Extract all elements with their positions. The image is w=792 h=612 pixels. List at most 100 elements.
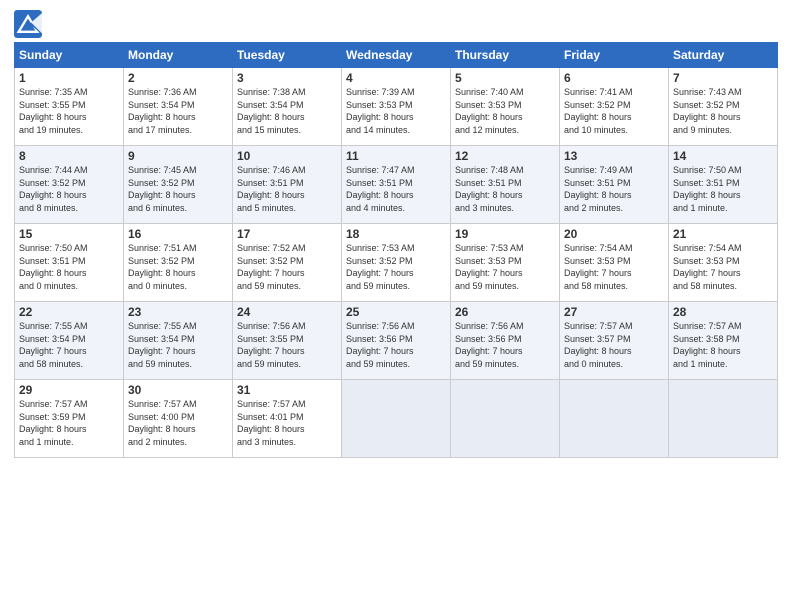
calendar-cell: 29Sunrise: 7:57 AM Sunset: 3:59 PM Dayli…: [15, 380, 124, 458]
header-wednesday: Wednesday: [342, 43, 451, 68]
day-info: Sunrise: 7:35 AM Sunset: 3:55 PM Dayligh…: [19, 86, 119, 136]
day-number: 25: [346, 305, 446, 319]
calendar-cell: 17Sunrise: 7:52 AM Sunset: 3:52 PM Dayli…: [233, 224, 342, 302]
page-container: SundayMondayTuesdayWednesdayThursdayFrid…: [0, 0, 792, 464]
day-info: Sunrise: 7:36 AM Sunset: 3:54 PM Dayligh…: [128, 86, 228, 136]
calendar-cell: 5Sunrise: 7:40 AM Sunset: 3:53 PM Daylig…: [451, 68, 560, 146]
logo: [14, 10, 46, 38]
day-number: 20: [564, 227, 664, 241]
day-info: Sunrise: 7:50 AM Sunset: 3:51 PM Dayligh…: [673, 164, 773, 214]
day-number: 9: [128, 149, 228, 163]
calendar-cell: [560, 380, 669, 458]
calendar-cell: 6Sunrise: 7:41 AM Sunset: 3:52 PM Daylig…: [560, 68, 669, 146]
logo-icon: [14, 10, 42, 38]
day-info: Sunrise: 7:39 AM Sunset: 3:53 PM Dayligh…: [346, 86, 446, 136]
day-number: 27: [564, 305, 664, 319]
day-info: Sunrise: 7:57 AM Sunset: 4:01 PM Dayligh…: [237, 398, 337, 448]
day-info: Sunrise: 7:57 AM Sunset: 4:00 PM Dayligh…: [128, 398, 228, 448]
header-monday: Monday: [124, 43, 233, 68]
header-tuesday: Tuesday: [233, 43, 342, 68]
calendar-week-4: 22Sunrise: 7:55 AM Sunset: 3:54 PM Dayli…: [15, 302, 778, 380]
day-info: Sunrise: 7:44 AM Sunset: 3:52 PM Dayligh…: [19, 164, 119, 214]
calendar-cell: 1Sunrise: 7:35 AM Sunset: 3:55 PM Daylig…: [15, 68, 124, 146]
day-number: 13: [564, 149, 664, 163]
day-number: 16: [128, 227, 228, 241]
day-info: Sunrise: 7:52 AM Sunset: 3:52 PM Dayligh…: [237, 242, 337, 292]
calendar-week-3: 15Sunrise: 7:50 AM Sunset: 3:51 PM Dayli…: [15, 224, 778, 302]
calendar-week-5: 29Sunrise: 7:57 AM Sunset: 3:59 PM Dayli…: [15, 380, 778, 458]
day-info: Sunrise: 7:56 AM Sunset: 3:56 PM Dayligh…: [346, 320, 446, 370]
calendar-cell: 10Sunrise: 7:46 AM Sunset: 3:51 PM Dayli…: [233, 146, 342, 224]
calendar-cell: 18Sunrise: 7:53 AM Sunset: 3:52 PM Dayli…: [342, 224, 451, 302]
calendar-cell: 14Sunrise: 7:50 AM Sunset: 3:51 PM Dayli…: [669, 146, 778, 224]
day-info: Sunrise: 7:55 AM Sunset: 3:54 PM Dayligh…: [128, 320, 228, 370]
day-number: 17: [237, 227, 337, 241]
calendar-cell: 31Sunrise: 7:57 AM Sunset: 4:01 PM Dayli…: [233, 380, 342, 458]
calendar-cell: 30Sunrise: 7:57 AM Sunset: 4:00 PM Dayli…: [124, 380, 233, 458]
day-number: 24: [237, 305, 337, 319]
day-number: 23: [128, 305, 228, 319]
day-number: 6: [564, 71, 664, 85]
day-info: Sunrise: 7:57 AM Sunset: 3:59 PM Dayligh…: [19, 398, 119, 448]
day-number: 26: [455, 305, 555, 319]
calendar-cell: 24Sunrise: 7:56 AM Sunset: 3:55 PM Dayli…: [233, 302, 342, 380]
day-number: 29: [19, 383, 119, 397]
calendar-cell: 7Sunrise: 7:43 AM Sunset: 3:52 PM Daylig…: [669, 68, 778, 146]
calendar-cell: 2Sunrise: 7:36 AM Sunset: 3:54 PM Daylig…: [124, 68, 233, 146]
day-info: Sunrise: 7:53 AM Sunset: 3:53 PM Dayligh…: [455, 242, 555, 292]
day-info: Sunrise: 7:57 AM Sunset: 3:57 PM Dayligh…: [564, 320, 664, 370]
day-info: Sunrise: 7:53 AM Sunset: 3:52 PM Dayligh…: [346, 242, 446, 292]
day-number: 31: [237, 383, 337, 397]
header-sunday: Sunday: [15, 43, 124, 68]
day-info: Sunrise: 7:49 AM Sunset: 3:51 PM Dayligh…: [564, 164, 664, 214]
calendar-week-2: 8Sunrise: 7:44 AM Sunset: 3:52 PM Daylig…: [15, 146, 778, 224]
calendar-header-row: SundayMondayTuesdayWednesdayThursdayFrid…: [15, 43, 778, 68]
day-info: Sunrise: 7:56 AM Sunset: 3:56 PM Dayligh…: [455, 320, 555, 370]
day-number: 4: [346, 71, 446, 85]
day-number: 14: [673, 149, 773, 163]
calendar-table: SundayMondayTuesdayWednesdayThursdayFrid…: [14, 42, 778, 458]
calendar-cell: 9Sunrise: 7:45 AM Sunset: 3:52 PM Daylig…: [124, 146, 233, 224]
day-number: 1: [19, 71, 119, 85]
day-number: 18: [346, 227, 446, 241]
day-number: 7: [673, 71, 773, 85]
calendar-cell: [669, 380, 778, 458]
header-saturday: Saturday: [669, 43, 778, 68]
day-number: 2: [128, 71, 228, 85]
day-number: 11: [346, 149, 446, 163]
day-number: 22: [19, 305, 119, 319]
day-info: Sunrise: 7:48 AM Sunset: 3:51 PM Dayligh…: [455, 164, 555, 214]
calendar-week-1: 1Sunrise: 7:35 AM Sunset: 3:55 PM Daylig…: [15, 68, 778, 146]
day-info: Sunrise: 7:57 AM Sunset: 3:58 PM Dayligh…: [673, 320, 773, 370]
calendar-cell: 12Sunrise: 7:48 AM Sunset: 3:51 PM Dayli…: [451, 146, 560, 224]
day-info: Sunrise: 7:54 AM Sunset: 3:53 PM Dayligh…: [673, 242, 773, 292]
day-info: Sunrise: 7:50 AM Sunset: 3:51 PM Dayligh…: [19, 242, 119, 292]
calendar-cell: 28Sunrise: 7:57 AM Sunset: 3:58 PM Dayli…: [669, 302, 778, 380]
day-number: 3: [237, 71, 337, 85]
calendar-cell: 23Sunrise: 7:55 AM Sunset: 3:54 PM Dayli…: [124, 302, 233, 380]
day-info: Sunrise: 7:47 AM Sunset: 3:51 PM Dayligh…: [346, 164, 446, 214]
day-info: Sunrise: 7:55 AM Sunset: 3:54 PM Dayligh…: [19, 320, 119, 370]
day-number: 5: [455, 71, 555, 85]
day-info: Sunrise: 7:45 AM Sunset: 3:52 PM Dayligh…: [128, 164, 228, 214]
calendar-cell: 8Sunrise: 7:44 AM Sunset: 3:52 PM Daylig…: [15, 146, 124, 224]
calendar-cell: 16Sunrise: 7:51 AM Sunset: 3:52 PM Dayli…: [124, 224, 233, 302]
day-info: Sunrise: 7:41 AM Sunset: 3:52 PM Dayligh…: [564, 86, 664, 136]
calendar-cell: 25Sunrise: 7:56 AM Sunset: 3:56 PM Dayli…: [342, 302, 451, 380]
page-header: [14, 10, 778, 38]
calendar-cell: 21Sunrise: 7:54 AM Sunset: 3:53 PM Dayli…: [669, 224, 778, 302]
calendar-cell: [342, 380, 451, 458]
header-thursday: Thursday: [451, 43, 560, 68]
day-number: 30: [128, 383, 228, 397]
calendar-cell: 13Sunrise: 7:49 AM Sunset: 3:51 PM Dayli…: [560, 146, 669, 224]
day-info: Sunrise: 7:43 AM Sunset: 3:52 PM Dayligh…: [673, 86, 773, 136]
header-friday: Friday: [560, 43, 669, 68]
day-info: Sunrise: 7:54 AM Sunset: 3:53 PM Dayligh…: [564, 242, 664, 292]
day-info: Sunrise: 7:38 AM Sunset: 3:54 PM Dayligh…: [237, 86, 337, 136]
day-number: 12: [455, 149, 555, 163]
day-number: 28: [673, 305, 773, 319]
day-number: 19: [455, 227, 555, 241]
calendar-cell: 15Sunrise: 7:50 AM Sunset: 3:51 PM Dayli…: [15, 224, 124, 302]
day-info: Sunrise: 7:51 AM Sunset: 3:52 PM Dayligh…: [128, 242, 228, 292]
calendar-cell: 3Sunrise: 7:38 AM Sunset: 3:54 PM Daylig…: [233, 68, 342, 146]
